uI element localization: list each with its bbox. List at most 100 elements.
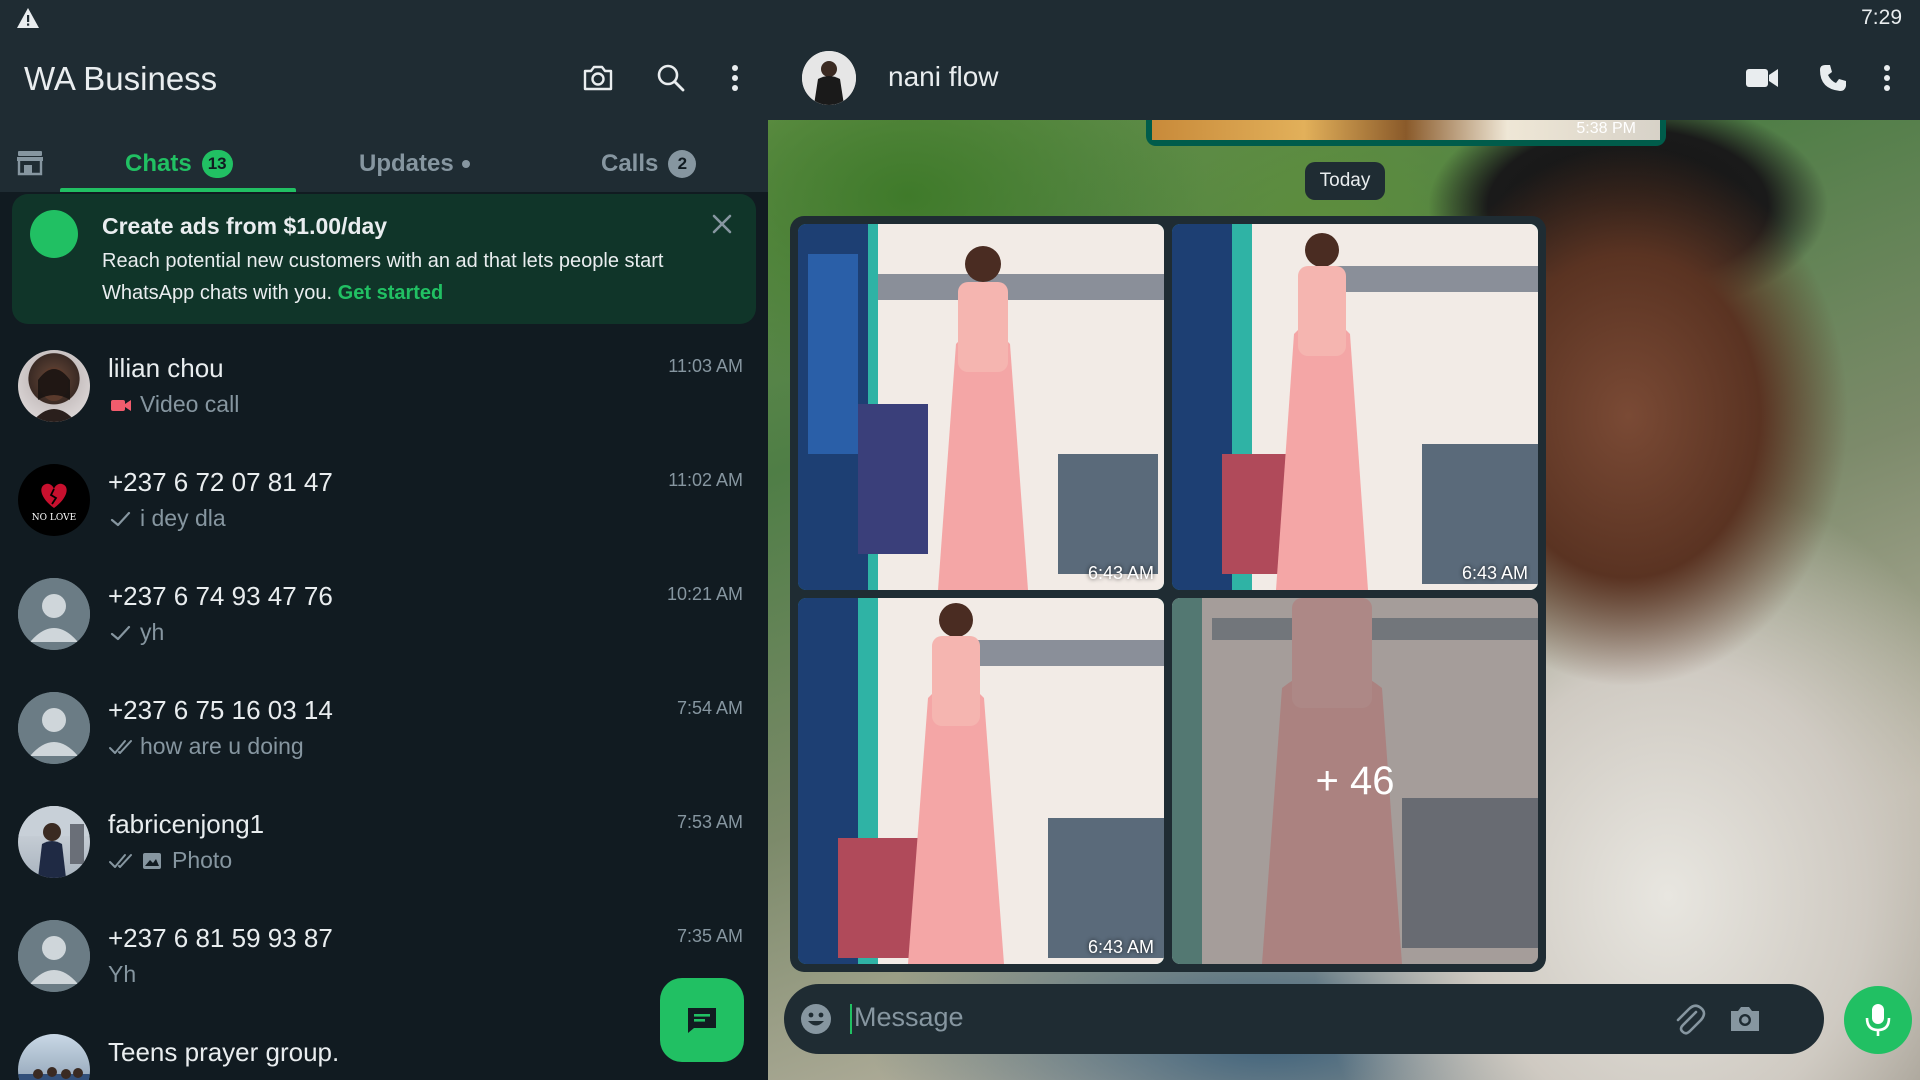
chat-list-pane: WA Business Chats 13 Updates Calls 2 Cre… bbox=[0, 36, 768, 1080]
contact-name[interactable]: nani flow bbox=[888, 61, 999, 93]
chat-row[interactable]: +237 6 75 16 03 14 how are u doing 7:54 … bbox=[0, 678, 768, 792]
more-vert-icon[interactable] bbox=[715, 58, 755, 98]
promo-icon bbox=[30, 210, 78, 258]
message-input[interactable]: Message bbox=[854, 1002, 964, 1033]
chat-row[interactable]: +237 6 74 93 47 76 yh 10:21 AM bbox=[0, 564, 768, 678]
store-icon[interactable] bbox=[14, 146, 46, 178]
video-camera-icon[interactable] bbox=[1740, 56, 1784, 100]
status-time: 7:29 bbox=[1861, 6, 1902, 29]
chat-row[interactable]: Teens prayer group. bbox=[0, 1020, 768, 1080]
previous-message-bubble[interactable]: 5:38 PM bbox=[1146, 120, 1666, 146]
tab-chats[interactable]: Chats 13 bbox=[125, 136, 233, 192]
chat-preview: yh bbox=[108, 619, 164, 646]
double-tick-icon bbox=[109, 853, 132, 868]
microphone-icon bbox=[1865, 1004, 1891, 1036]
chat-name: lilian chou bbox=[108, 353, 224, 383]
double-tick-icon bbox=[109, 739, 132, 754]
photo-time: 6:43 AM bbox=[1087, 563, 1154, 583]
photo-time: 6:43 AM bbox=[1461, 563, 1528, 583]
avatar-text: NO LOVE bbox=[32, 513, 76, 523]
get-started-link[interactable]: Get started bbox=[338, 282, 444, 304]
app-title: WA Business bbox=[24, 60, 218, 97]
new-chat-icon bbox=[688, 1008, 716, 1033]
more-vert-icon[interactable] bbox=[1865, 56, 1909, 100]
photo-time: 6:43 AM bbox=[1087, 937, 1154, 957]
video-call-icon bbox=[111, 399, 131, 411]
avatar bbox=[18, 920, 90, 992]
chat-preview-text: how are u doing bbox=[140, 733, 304, 759]
paperclip-icon[interactable] bbox=[1670, 1000, 1708, 1038]
warning-icon bbox=[17, 8, 39, 28]
chat-preview: Video call bbox=[108, 391, 239, 418]
avatar bbox=[18, 350, 90, 422]
album-photo[interactable]: 6:43 AM bbox=[1172, 224, 1538, 590]
chat-preview-text: Video call bbox=[140, 391, 240, 417]
chat-row[interactable]: NO LOVE +237 6 72 07 81 47 i dey dla 11:… bbox=[0, 450, 768, 564]
phone-icon[interactable] bbox=[1811, 56, 1855, 100]
promo-title: Create ads from $1.00/day bbox=[102, 213, 388, 239]
promo-body: Reach potential new customers with an ad… bbox=[102, 245, 722, 309]
status-bar: 7:29 bbox=[0, 0, 1920, 36]
chat-preview: Photo bbox=[108, 847, 232, 874]
chat-preview-text: i dey dla bbox=[140, 505, 226, 531]
conversation-pane: nani flow 5:38 PM Today 6:43 AM 6:43 AM … bbox=[768, 36, 1920, 1080]
chat-row[interactable]: +237 6 81 59 93 87 Yh 7:35 AM bbox=[0, 906, 768, 1020]
chat-name: Teens prayer group. bbox=[108, 1037, 340, 1067]
chats-unread-badge: 13 bbox=[201, 150, 233, 178]
conversation-header[interactable]: nani flow bbox=[768, 36, 1920, 120]
chat-time: 11:03 AM bbox=[668, 356, 743, 376]
chat-time: 7:54 AM bbox=[676, 698, 743, 718]
chat-preview-text: Yh bbox=[108, 961, 137, 987]
tab-calls-label: Calls bbox=[601, 150, 659, 177]
chat-time: 7:35 AM bbox=[676, 926, 743, 946]
calls-badge: 2 bbox=[668, 150, 697, 178]
chat-name: +237 6 75 16 03 14 bbox=[108, 695, 333, 725]
tab-chats-label: Chats bbox=[125, 150, 192, 177]
emoji-icon[interactable] bbox=[798, 1001, 834, 1037]
avatar bbox=[18, 578, 90, 650]
text-cursor bbox=[850, 1004, 852, 1034]
photo-album-message[interactable]: 6:43 AM 6:43 AM 6:43 AM + 46 bbox=[790, 216, 1546, 972]
single-tick-icon bbox=[110, 625, 131, 640]
whatsapp-business-screen: 7:29 WA Business Chats 13 Updates Calls … bbox=[0, 0, 1920, 1080]
photo-icon bbox=[143, 852, 161, 869]
tab-calls[interactable]: Calls 2 bbox=[601, 136, 697, 192]
camera-icon[interactable] bbox=[1726, 1000, 1764, 1038]
album-photo[interactable]: 6:43 AM bbox=[798, 224, 1164, 590]
tab-bar: Chats 13 Updates Calls 2 bbox=[0, 136, 768, 192]
more-photos-count: + 46 bbox=[1172, 598, 1538, 964]
avatar bbox=[18, 806, 90, 878]
avatar bbox=[18, 692, 90, 764]
message-time: 5:38 PM bbox=[1576, 120, 1636, 137]
avatar: NO LOVE bbox=[18, 464, 90, 536]
chat-name: +237 6 74 93 47 76 bbox=[108, 581, 333, 611]
chat-name: +237 6 81 59 93 87 bbox=[108, 923, 333, 953]
chat-preview-text: yh bbox=[140, 619, 165, 645]
chat-preview: Yh bbox=[108, 961, 136, 988]
message-composer[interactable]: Message bbox=[784, 984, 1824, 1054]
chat-name: fabricenjong1 bbox=[108, 809, 265, 839]
active-tab-indicator bbox=[60, 188, 296, 192]
chat-preview-text: Photo bbox=[172, 847, 233, 873]
chat-preview: i dey dla bbox=[108, 505, 226, 532]
chat-row[interactable]: lilian chou Video call 11:03 AM bbox=[0, 336, 768, 450]
chat-time: 7:53 AM bbox=[676, 812, 743, 832]
chat-list-header: WA Business Chats 13 Updates Calls 2 bbox=[0, 36, 768, 192]
chat-time: 10:21 AM bbox=[666, 584, 743, 604]
close-icon[interactable] bbox=[706, 208, 738, 240]
tab-updates-label: Updates bbox=[359, 150, 454, 177]
contact-avatar[interactable] bbox=[802, 51, 856, 105]
updates-dot bbox=[461, 160, 470, 168]
tab-updates[interactable]: Updates bbox=[359, 136, 470, 192]
search-icon[interactable] bbox=[651, 58, 691, 98]
chat-name: +237 6 72 07 81 47 bbox=[108, 467, 333, 497]
voice-message-button[interactable] bbox=[1844, 986, 1912, 1054]
chat-row[interactable]: fabricenjong1 Photo 7:53 AM bbox=[0, 792, 768, 906]
album-photo[interactable]: 6:43 AM bbox=[798, 598, 1164, 964]
avatar bbox=[18, 1034, 90, 1080]
ads-promo-card[interactable]: Create ads from $1.00/day Reach potentia… bbox=[12, 194, 756, 324]
album-photo-more[interactable]: + 46 bbox=[1172, 598, 1538, 964]
new-chat-button[interactable] bbox=[660, 978, 744, 1062]
chat-time: 11:02 AM bbox=[668, 470, 743, 490]
camera-icon[interactable] bbox=[578, 58, 618, 98]
